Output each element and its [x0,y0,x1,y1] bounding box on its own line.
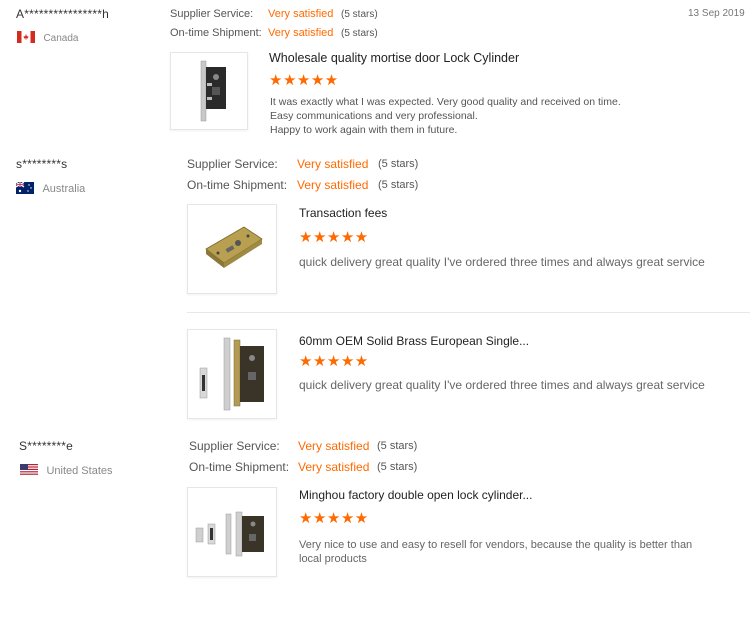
buyer-name: A****************h [16,7,109,21]
country: Australia [16,179,85,197]
supplier-service-stars: (5 stars) [377,440,418,452]
product-title[interactable]: Minghou factory double open lock cylinde… [299,488,532,502]
review-text: quick delivery great quality I've ordere… [299,378,705,392]
supplier-service-stars: (5 stars) [341,9,378,20]
review-text-line: Easy communications and very professiona… [270,110,478,122]
country-label: Canada [43,33,79,44]
product-thumbnail[interactable] [187,329,277,419]
divider [187,312,750,313]
product-title[interactable]: Wholesale quality mortise door Lock Cyli… [269,51,519,65]
on-time-shipment-label: On-time Shipment: [170,27,262,39]
product-title[interactable]: 60mm OEM Solid Brass European Single... [299,334,529,348]
on-time-shipment-rating: Very satisfied [298,460,370,474]
review-text: quick delivery great quality I've ordere… [299,255,705,269]
on-time-shipment-stars: (5 stars) [378,179,419,191]
double-lock-icon [195,511,264,557]
product-thumbnail[interactable] [170,52,248,130]
product-thumbnail[interactable] [187,204,277,294]
on-time-shipment-rating: Very satisfied [268,27,334,39]
buyer-name: s********s [16,157,68,171]
country-label: United States [46,465,113,477]
lock-set-icon [199,337,264,411]
canada-flag-icon [17,30,35,43]
rating-stars: ★★★★★ [269,72,339,89]
supplier-service-label: Supplier Service: [170,8,254,20]
supplier-service-stars: (5 stars) [378,158,419,170]
country: Canada [17,28,78,46]
product-title[interactable]: Transaction fees [299,206,387,220]
product-thumbnail[interactable] [187,487,277,577]
on-time-shipment-rating: Very satisfied [297,178,369,192]
country: United States [20,461,113,479]
australia-flag-icon [16,181,34,194]
rating-stars: ★★★★★ [299,510,369,527]
on-time-shipment-stars: (5 stars) [341,28,378,39]
review-text-line: local products [299,553,367,565]
review-text-line: Very nice to use and easy to resell for … [299,539,693,551]
brass-lock-icon [205,226,263,268]
on-time-shipment-label: On-time Shipment: [189,460,290,474]
on-time-shipment-label: On-time Shipment: [187,178,288,192]
supplier-service-rating: Very satisfied [298,439,370,453]
country-label: Australia [42,183,86,195]
rating-stars: ★★★★★ [299,229,369,246]
supplier-service-rating: Very satisfied [268,8,334,20]
rating-stars: ★★★★★ [299,353,369,370]
us-flag-icon [20,463,38,476]
review-text-line: It was exactly what I was expected. Very… [270,96,621,108]
supplier-service-label: Supplier Service: [189,439,280,453]
review-date: 13 Sep 2019 [688,8,745,19]
supplier-service-rating: Very satisfied [297,157,369,171]
review-text-line: Happy to work again with them in future. [270,124,458,136]
buyer-name: S********e [19,439,74,453]
mortise-lock-icon [200,60,226,122]
supplier-service-label: Supplier Service: [187,157,278,171]
on-time-shipment-stars: (5 stars) [377,461,418,473]
